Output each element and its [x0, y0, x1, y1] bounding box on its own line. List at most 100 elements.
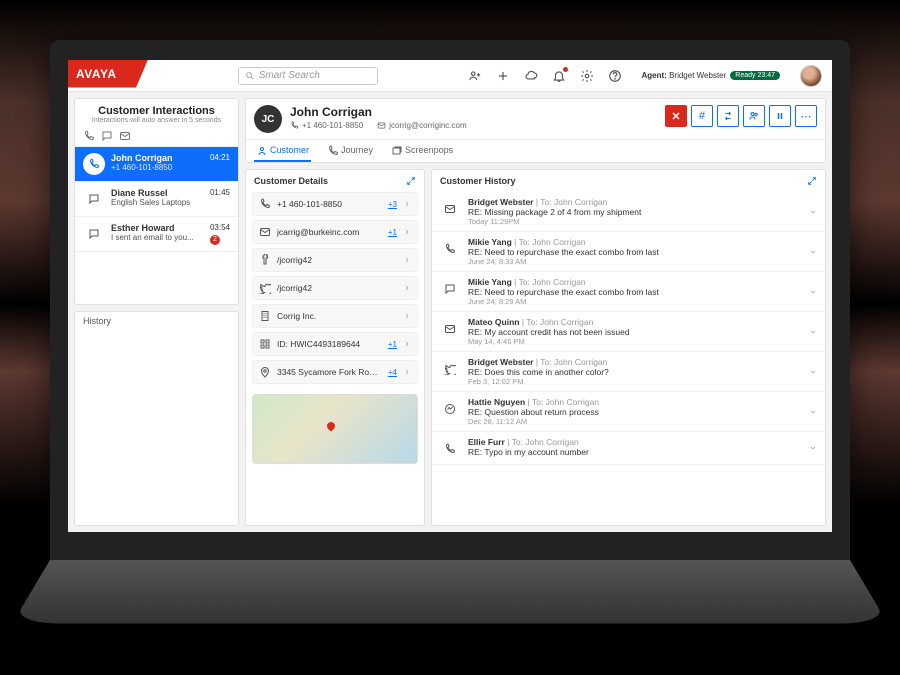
bell-icon[interactable]: [552, 69, 566, 83]
history-time: June 24, 8:29 AM: [468, 297, 801, 306]
detail-item[interactable]: Corrig Inc.: [252, 304, 418, 328]
popup-icon: [391, 145, 401, 155]
detail-value: /jcorrig42: [277, 283, 397, 293]
filter-chat-icon[interactable]: [101, 130, 113, 142]
detail-value: /jcorrig42: [277, 255, 397, 265]
history-to: | To: John Corrigan: [536, 357, 608, 367]
conference-button[interactable]: [743, 105, 765, 127]
app-root: AVAYA Smart Search Agent: Bridget Webste…: [68, 60, 832, 532]
detail-count: +3: [388, 200, 397, 209]
history-subject: RE: Missing package 2 of 4 from my shipm…: [468, 207, 801, 217]
interaction-name: Esther Howard: [111, 223, 204, 233]
customer-details-panel: Customer Details +1 460-101-8850 +3 jcar…: [245, 169, 425, 526]
main-layout: Customer Interactions Interactions will …: [68, 92, 832, 532]
history-item[interactable]: Bridget Webster | To: John Corrigan RE: …: [432, 192, 825, 232]
interaction-sub: +1 460-101-8850: [111, 163, 204, 172]
detail-item[interactable]: ID: HWIC4493189644 +1: [252, 332, 418, 356]
chat-icon: [83, 223, 105, 245]
chevron-right-icon: [403, 340, 411, 348]
detail-item[interactable]: /jcorrig42: [252, 248, 418, 272]
history-subject: RE: Typo in my account number: [468, 447, 801, 457]
facebook-icon: [259, 254, 271, 266]
history-time: Dec 28, 11:12 AM: [468, 417, 801, 426]
customer-phone: +1 460-101-8850: [290, 121, 363, 130]
pin-icon: [259, 366, 271, 378]
detail-count: +1: [388, 340, 397, 349]
history-time: Today 11:29PM: [468, 217, 801, 226]
agent-avatar[interactable]: [800, 65, 822, 87]
history-item[interactable]: Mateo Quinn | To: John Corrigan RE: My a…: [432, 312, 825, 352]
history-item[interactable]: Hattie Nguyen | To: John Corrigan RE: Qu…: [432, 392, 825, 432]
history-time: May 14, 4:46 PM: [468, 337, 801, 346]
brand-logo: AVAYA: [68, 60, 148, 92]
expand-icon[interactable]: [406, 176, 416, 186]
hold-button[interactable]: [769, 105, 791, 127]
expand-icon[interactable]: [807, 176, 817, 186]
more-button[interactable]: ⋯: [795, 105, 817, 127]
history-time: Feb 3, 12:02 PM: [468, 377, 801, 386]
customer-map[interactable]: [252, 394, 418, 464]
chevron-down-icon: [809, 208, 817, 216]
customer-history-panel: Customer History Bridget Webster | To: J…: [431, 169, 826, 526]
chevron-down-icon: [809, 368, 817, 376]
chevron-right-icon: [403, 228, 411, 236]
customer-tabs: Customer Journey Screenpops: [246, 139, 825, 162]
detail-value: ID: HWIC4493189644: [277, 339, 382, 349]
help-icon[interactable]: [608, 69, 622, 83]
interaction-list: John Corrigan +1 460-101-8850 04:21 Dian…: [75, 147, 238, 252]
interactions-panel: Customer Interactions Interactions will …: [74, 98, 239, 305]
history-from: Bridget Webster: [468, 357, 534, 367]
plus-icon[interactable]: [496, 69, 510, 83]
add-user-icon[interactable]: [468, 69, 482, 83]
chevron-right-icon: [403, 256, 411, 264]
gear-icon[interactable]: [580, 69, 594, 83]
chevron-down-icon: [809, 444, 817, 452]
customer-name: John Corrigan: [290, 105, 657, 119]
history-collapsed-panel[interactable]: History: [74, 311, 239, 526]
mail-icon: [440, 319, 460, 339]
detail-item[interactable]: /jcorrig42: [252, 276, 418, 300]
interaction-item[interactable]: Diane Russel English Sales Laptops 01:45: [75, 182, 238, 217]
history-item[interactable]: Ellie Furr | To: John Corrigan RE: Typo …: [432, 432, 825, 465]
history-subject: RE: Need to repurchase the exact combo f…: [468, 247, 801, 257]
tab-screenpops[interactable]: Screenpops: [389, 140, 455, 162]
interaction-item[interactable]: John Corrigan +1 460-101-8850 04:21: [75, 147, 238, 182]
detail-item[interactable]: jcarrig@burkeinc.com +1: [252, 220, 418, 244]
detail-item[interactable]: 3345 Sycamore Fork Road, Hialeah, FLA +4: [252, 360, 418, 384]
chat-icon: [440, 279, 460, 299]
transfer-button[interactable]: [717, 105, 739, 127]
chevron-down-icon: [809, 328, 817, 336]
dialpad-button[interactable]: #: [691, 105, 713, 127]
interaction-item[interactable]: Esther Howard I sent an email to you... …: [75, 217, 238, 252]
user-icon: [256, 145, 266, 155]
filter-phone-icon[interactable]: [83, 130, 95, 142]
filter-mail-icon[interactable]: [119, 130, 131, 142]
history-from: Hattie Nguyen: [468, 397, 525, 407]
interaction-time: 01:45: [210, 188, 230, 197]
agent-status-pill[interactable]: Agent: Bridget Webster Ready 23:47: [636, 69, 786, 82]
customer-header-panel: JC John Corrigan +1 460-101-8850 jcorrig…: [245, 98, 826, 163]
tab-customer[interactable]: Customer: [254, 140, 311, 162]
interactions-title: Customer Interactions: [83, 105, 230, 117]
search-input[interactable]: Smart Search: [238, 67, 378, 85]
cloud-icon[interactable]: [524, 69, 538, 83]
interactions-subtitle: Interactions will auto answer in 5 secon…: [83, 117, 230, 124]
history-subject: RE: Need to repurchase the exact combo f…: [468, 287, 801, 297]
history-item[interactable]: Bridget Webster | To: John Corrigan RE: …: [432, 352, 825, 392]
history-item[interactable]: Mikie Yang | To: John Corrigan RE: Need …: [432, 232, 825, 272]
detail-value: Corrig Inc.: [277, 311, 397, 321]
interaction-time: 04:21: [210, 153, 230, 162]
history-item[interactable]: Mikie Yang | To: John Corrigan RE: Need …: [432, 272, 825, 312]
history-title: Customer History: [440, 176, 516, 186]
twitter-icon: [259, 282, 271, 294]
phone-icon: [327, 145, 337, 155]
chevron-right-icon: [403, 368, 411, 376]
history-from: Ellie Furr: [468, 437, 505, 447]
agent-status-badge: Ready 23:47: [730, 71, 780, 80]
interaction-badge: 2: [210, 235, 220, 245]
tab-journey[interactable]: Journey: [325, 140, 375, 162]
detail-item[interactable]: +1 460-101-8850 +3: [252, 192, 418, 216]
detail-value: 3345 Sycamore Fork Road, Hialeah, FLA: [277, 367, 382, 377]
interaction-sub: English Sales Laptops: [111, 198, 204, 207]
close-interaction-button[interactable]: [665, 105, 687, 127]
